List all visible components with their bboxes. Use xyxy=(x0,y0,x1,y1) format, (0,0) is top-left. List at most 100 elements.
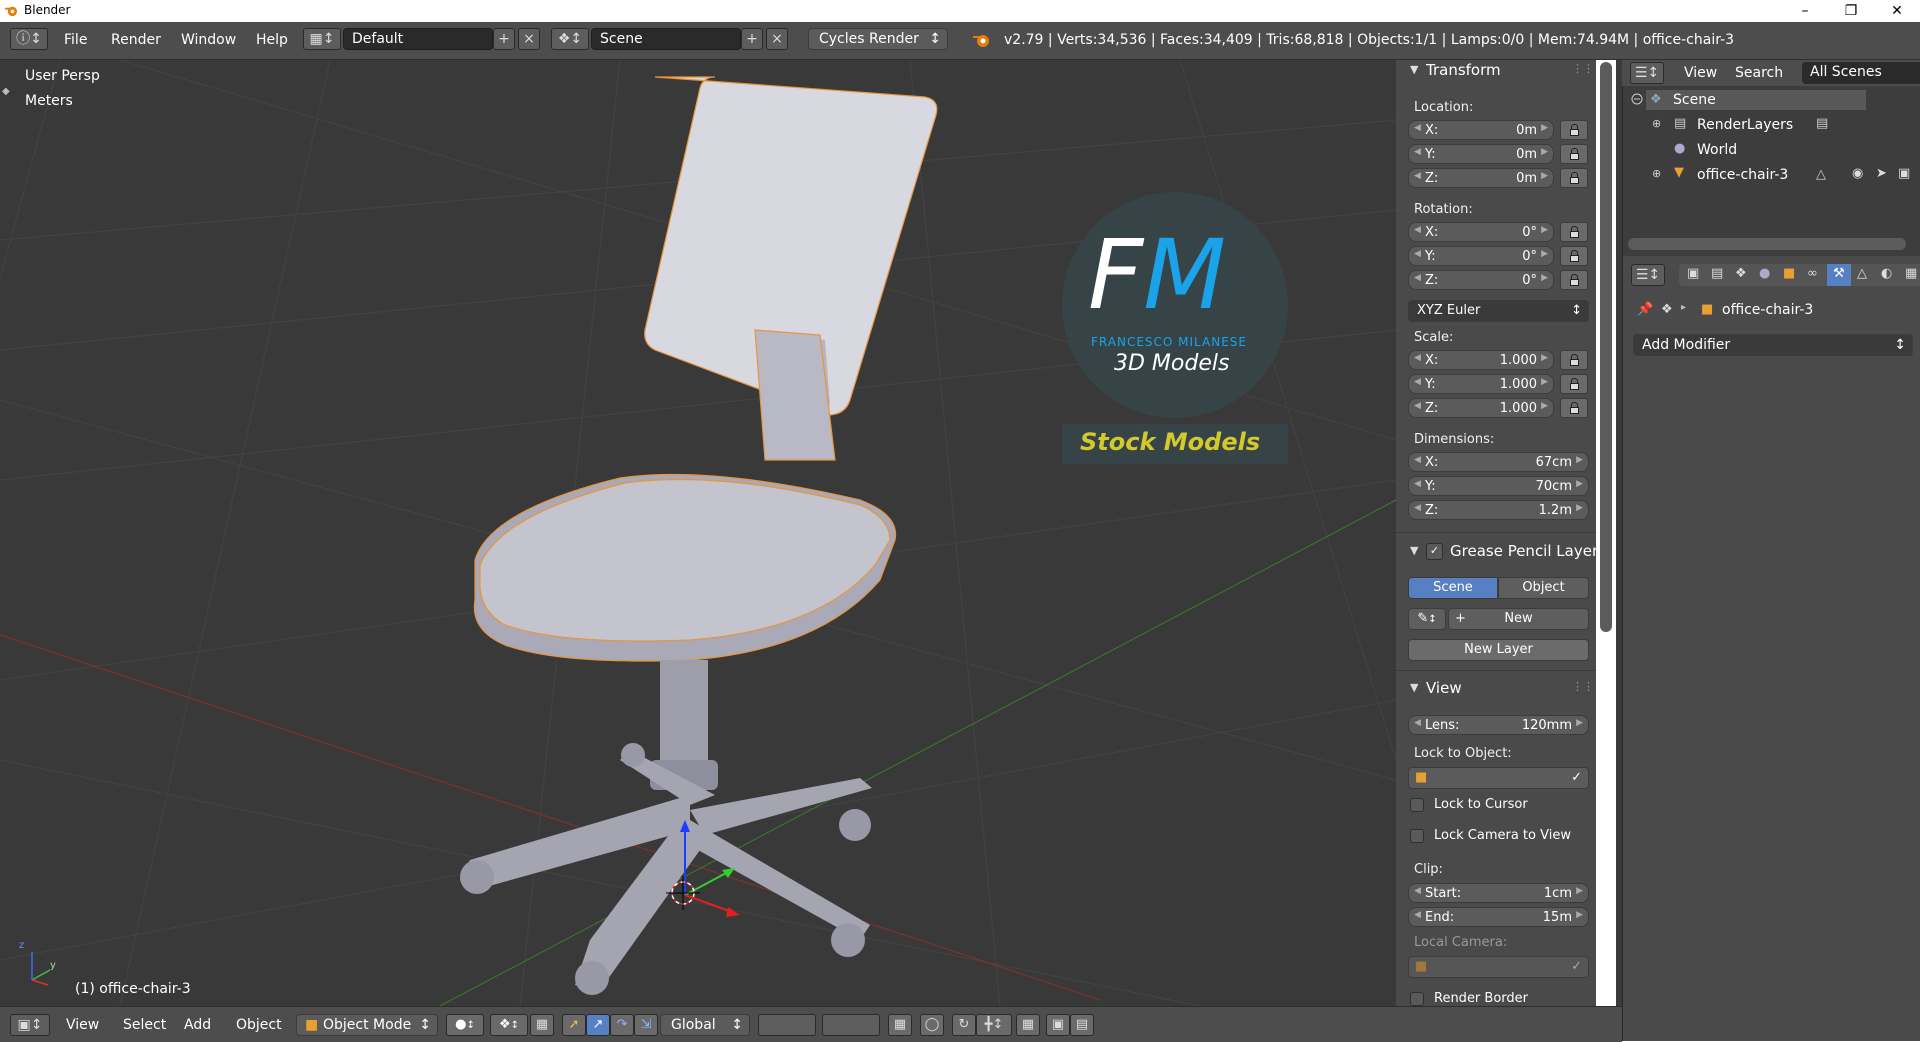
renderability-camera-icon[interactable]: ▣ xyxy=(1898,166,1910,181)
object-tab-icon[interactable]: ■ xyxy=(1783,266,1795,281)
rotation-mode-dropdown[interactable]: XYZ Euler ↕ xyxy=(1408,300,1589,322)
manipulator-toggle-icon[interactable]: ➚ xyxy=(562,1014,586,1036)
interaction-mode-dropdown[interactable]: ■ Object Mode ↕ xyxy=(296,1014,438,1036)
local-camera-field[interactable]: ■ ✓ xyxy=(1408,956,1589,978)
grease-pencil-browse[interactable]: ✎↕ xyxy=(1408,608,1446,630)
location-y-field[interactable]: ◀ Y: 0m ▶ xyxy=(1408,144,1554,164)
lock-to-object-field[interactable]: ■ ✓ xyxy=(1408,767,1589,789)
lock-rotation-y-icon[interactable] xyxy=(1560,246,1588,266)
pin-icon[interactable]: 📌 xyxy=(1637,302,1653,317)
toolshelf-toggle-icon[interactable]: ◆ xyxy=(2,86,10,97)
restore-icon[interactable]: ❐ xyxy=(1828,0,1874,22)
scene-layers-group-1[interactable] xyxy=(758,1014,816,1036)
transform-panel-title[interactable]: Transform xyxy=(1426,61,1501,79)
editor-type-info-icon[interactable]: ⓘ↕ xyxy=(10,28,48,50)
expand-icon[interactable]: ⊕ xyxy=(1652,167,1661,180)
close-window-icon[interactable]: ✕ xyxy=(1874,0,1920,22)
new-layer-button[interactable]: New Layer xyxy=(1408,639,1589,661)
remove-scene-icon[interactable]: × xyxy=(766,28,788,50)
selectability-cursor-icon[interactable]: ➤ xyxy=(1876,166,1887,181)
snap-element-dropdown[interactable]: ╋↕ xyxy=(976,1014,1012,1036)
scale-x-field[interactable]: ◀ X: 1.000 ▶ xyxy=(1408,350,1554,370)
clip-start-field[interactable]: ◀ Start: 1cm ▶ xyxy=(1408,883,1589,903)
grease-pencil-tab-scene[interactable]: Scene xyxy=(1408,577,1498,599)
add-scene-icon[interactable]: + xyxy=(741,28,763,50)
editor-type-3dview-icon[interactable]: ▣↕ xyxy=(10,1014,50,1036)
collapse-arrow-icon[interactable]: ▼ xyxy=(1410,544,1418,557)
outliner-menu-search[interactable]: Search xyxy=(1735,65,1783,81)
expand-icon[interactable]: ⊕ xyxy=(1652,117,1661,130)
editor-type-properties-icon[interactable]: ☰↕ xyxy=(1631,264,1665,286)
dimensions-x-field[interactable]: ◀ X: 67cm ▶ xyxy=(1408,452,1589,472)
menu-window[interactable]: Window xyxy=(181,32,236,48)
lock-scale-y-icon[interactable] xyxy=(1560,374,1588,394)
lens-field[interactable]: ◀ Lens: 120mm ▶ xyxy=(1408,715,1589,735)
outliner-item-world[interactable]: World xyxy=(1697,142,1737,158)
data-tab-icon[interactable]: △ xyxy=(1857,266,1867,281)
grease-pencil-new-button[interactable]: + New xyxy=(1448,608,1589,630)
pivot-point-dropdown[interactable]: ❖↕ xyxy=(490,1014,528,1036)
layer-lock-icon[interactable]: ▦ xyxy=(888,1014,912,1036)
lock-to-cursor-checkbox[interactable] xyxy=(1410,798,1424,812)
render-engine-dropdown[interactable]: Cycles Render ↕ xyxy=(808,28,948,50)
dimensions-z-field[interactable]: ◀ Z: 1.2m ▶ xyxy=(1408,500,1589,520)
material-tab-icon[interactable]: ◐ xyxy=(1881,266,1892,281)
menu-help[interactable]: Help xyxy=(256,32,288,48)
dimensions-y-field[interactable]: ◀ Y: 70cm ▶ xyxy=(1408,476,1589,496)
texture-tab-icon[interactable]: ▦ xyxy=(1905,266,1917,281)
menu-file[interactable]: File xyxy=(64,32,87,48)
lock-camera-to-view-checkbox[interactable] xyxy=(1410,829,1424,843)
render-border-checkbox[interactable] xyxy=(1410,992,1424,1006)
render-layer-toggle-icon[interactable]: ▤ xyxy=(1816,116,1828,131)
menu-render[interactable]: Render xyxy=(111,32,161,48)
opengl-render-animation-icon[interactable]: ▤ xyxy=(1070,1014,1094,1036)
screen-layout-icon[interactable]: ▦↕ xyxy=(303,28,341,50)
outliner-display-mode-dropdown[interactable]: All Scenes xyxy=(1802,62,1920,84)
rotation-y-field[interactable]: ◀ Y: 0° ▶ xyxy=(1408,246,1554,266)
menu-view[interactable]: View xyxy=(66,1017,99,1033)
render-layers-tab-icon[interactable]: ▤ xyxy=(1711,266,1723,281)
outliner-scrollbar[interactable] xyxy=(1628,238,1906,250)
constraints-tab-icon[interactable]: ∞ xyxy=(1807,266,1818,281)
outliner-item-scene[interactable]: Scene xyxy=(1673,92,1716,108)
grease-pencil-enable-checkbox[interactable]: ✓ xyxy=(1426,543,1443,560)
outliner-menu-view[interactable]: View xyxy=(1684,65,1717,81)
properties-shelf-scrollbar[interactable] xyxy=(1600,62,1612,632)
eyedropper-icon[interactable]: ✓ xyxy=(1571,957,1582,977)
viewport-shading-dropdown[interactable]: ●↕ xyxy=(446,1014,484,1036)
grease-pencil-tab-object[interactable]: Object xyxy=(1498,577,1589,599)
drag-handle-icon[interactable]: ⋮⋮ xyxy=(1572,62,1594,75)
grease-pencil-panel-title[interactable]: Grease Pencil Layer xyxy=(1450,542,1596,560)
3d-viewport[interactable]: User Persp Meters (1) office-chair-3 z y… xyxy=(0,60,1396,1006)
lock-rotation-z-icon[interactable] xyxy=(1560,270,1588,290)
snap-target-icon[interactable]: ▦ xyxy=(1016,1014,1040,1036)
collapse-arrow-icon[interactable]: ▼ xyxy=(1410,63,1418,76)
scene-browse-icon[interactable]: ❖↕ xyxy=(551,28,589,50)
world-tab-icon[interactable]: ● xyxy=(1759,266,1770,281)
rotate-manipulator-icon[interactable]: ↷ xyxy=(610,1014,634,1036)
scale-z-field[interactable]: ◀ Z: 1.000 ▶ xyxy=(1408,398,1554,418)
lock-location-y-icon[interactable] xyxy=(1560,144,1588,164)
translate-manipulator-icon[interactable]: ↗ xyxy=(586,1014,610,1036)
menu-select[interactable]: Select xyxy=(123,1017,166,1033)
screen-layout-field[interactable]: Default xyxy=(343,28,493,50)
lock-rotation-x-icon[interactable] xyxy=(1560,222,1588,242)
add-screen-icon[interactable]: + xyxy=(493,28,515,50)
lock-scale-z-icon[interactable] xyxy=(1560,398,1588,418)
add-modifier-dropdown[interactable]: Add Modifier ↕ xyxy=(1633,334,1913,356)
location-z-field[interactable]: ◀ Z: 0m ▶ xyxy=(1408,168,1554,188)
modifiers-tab-icon[interactable]: ⚒ xyxy=(1827,264,1851,286)
outliner-item-renderlayers[interactable]: RenderLayers xyxy=(1697,117,1793,133)
scene-layers-group-2[interactable] xyxy=(822,1014,880,1036)
proportional-editing-icon[interactable]: ◯ xyxy=(920,1014,944,1036)
minimize-icon[interactable]: – xyxy=(1782,0,1828,22)
scene-tab-icon[interactable]: ❖ xyxy=(1735,266,1747,281)
scale-y-field[interactable]: ◀ Y: 1.000 ▶ xyxy=(1408,374,1554,394)
location-x-field[interactable]: ◀ X: 0m ▶ xyxy=(1408,120,1554,140)
collapse-tree-icon[interactable] xyxy=(1630,92,1644,106)
visibility-eye-icon[interactable]: ◉ xyxy=(1852,166,1863,181)
outliner-item-office-chair[interactable]: office-chair-3 xyxy=(1697,167,1788,183)
lock-location-x-icon[interactable] xyxy=(1560,120,1588,140)
menu-object[interactable]: Object xyxy=(236,1017,282,1033)
collapse-arrow-icon[interactable]: ▼ xyxy=(1410,681,1418,694)
